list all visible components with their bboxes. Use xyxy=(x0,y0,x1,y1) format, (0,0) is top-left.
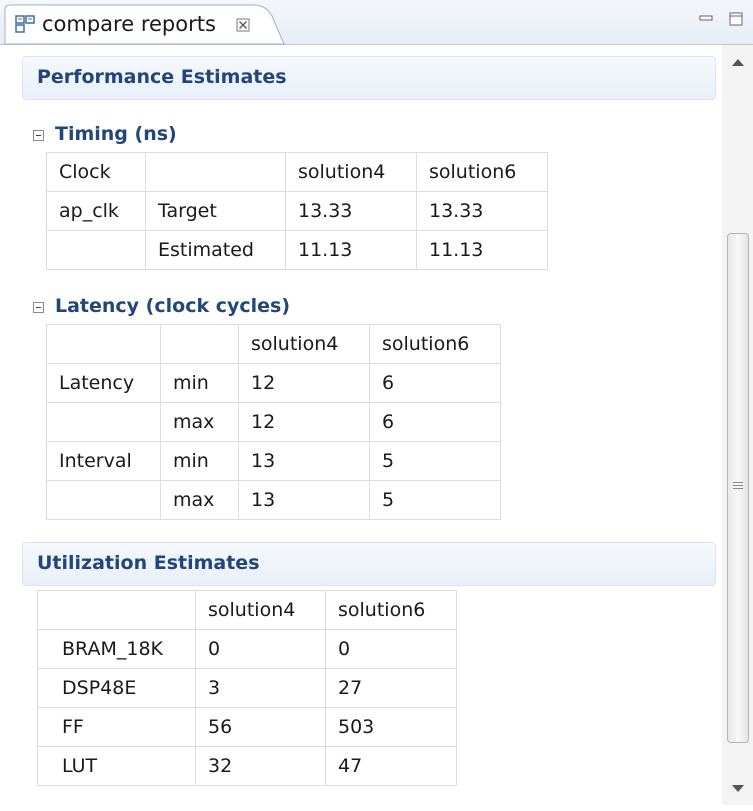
table-row: max 12 6 xyxy=(46,402,501,442)
performance-section-title: Performance Estimates xyxy=(37,66,287,88)
grip-line xyxy=(733,488,743,489)
table-cell: 503 xyxy=(325,707,457,747)
table-header-row: solution4 solution6 xyxy=(37,590,457,630)
table-cell: Interval xyxy=(46,441,161,481)
table-cell: min xyxy=(160,441,239,481)
table-cell: 12 xyxy=(238,363,370,403)
table-cell xyxy=(46,230,146,270)
collapse-icon[interactable] xyxy=(33,130,44,141)
table-cell: FF xyxy=(37,707,196,747)
table-cell: 32 xyxy=(195,746,326,786)
utilization-table: solution4 solution6 BRAM_18K 0 0 DSP48E … xyxy=(37,590,457,786)
table-cell: 56 xyxy=(195,707,326,747)
timing-table: Clock solution4 solution6 ap_clk Target … xyxy=(46,152,548,270)
table-cell: solution4 xyxy=(285,152,417,192)
compare-reports-icon xyxy=(15,15,35,33)
minimize-icon[interactable] xyxy=(697,10,715,28)
table-cell: Latency xyxy=(46,363,161,403)
table-row: ap_clk Target 13.33 13.33 xyxy=(46,191,548,231)
tab-label: compare reports xyxy=(42,12,216,36)
table-cell: LUT xyxy=(37,746,196,786)
table-cell: Estimated xyxy=(145,230,286,270)
table-row: max 13 5 xyxy=(46,480,501,520)
view-tab-bar: compare reports xyxy=(0,0,753,45)
table-row: FF 56 503 xyxy=(37,707,457,747)
scroll-up-icon[interactable] xyxy=(732,59,744,66)
table-cell: 6 xyxy=(369,363,501,403)
table-row: Interval min 13 5 xyxy=(46,441,501,481)
table-cell: min xyxy=(160,363,239,403)
table-cell: 0 xyxy=(195,629,326,669)
table-cell: DSP48E xyxy=(37,668,196,708)
table-cell: solution6 xyxy=(325,590,457,630)
table-cell: ap_clk xyxy=(46,191,146,231)
table-cell: solution6 xyxy=(369,324,501,364)
scroll-thumb[interactable] xyxy=(727,233,749,743)
latency-title: Latency (clock cycles) xyxy=(55,295,291,317)
grip-line xyxy=(733,482,743,483)
table-cell: 13 xyxy=(238,480,370,520)
table-cell: solution4 xyxy=(195,590,326,630)
table-cell xyxy=(37,590,196,630)
tab-compare-reports[interactable]: compare reports xyxy=(4,4,287,45)
table-cell: 12 xyxy=(238,402,370,442)
table-cell: 5 xyxy=(369,441,501,481)
table-row: DSP48E 3 27 xyxy=(37,668,457,708)
table-header-row: Clock solution4 solution6 xyxy=(46,152,548,192)
table-row: Latency min 12 6 xyxy=(46,363,501,403)
table-cell: 47 xyxy=(325,746,457,786)
table-row: Estimated 11.13 11.13 xyxy=(46,230,548,270)
table-row: BRAM_18K 0 0 xyxy=(37,629,457,669)
table-header-row: solution4 solution6 xyxy=(46,324,501,364)
latency-table: solution4 solution6 Latency min 12 6 max… xyxy=(46,324,501,520)
table-cell: 13 xyxy=(238,441,370,481)
table-cell xyxy=(46,480,161,520)
timing-title: Timing (ns) xyxy=(55,123,177,145)
table-cell: 13.33 xyxy=(416,191,548,231)
table-cell xyxy=(160,324,239,364)
table-cell: max xyxy=(160,402,239,442)
table-cell xyxy=(46,402,161,442)
table-cell: 11.13 xyxy=(285,230,417,270)
table-cell: 3 xyxy=(195,668,326,708)
maximize-icon[interactable] xyxy=(727,10,745,28)
utilization-section-header[interactable]: Utilization Estimates xyxy=(22,542,716,586)
performance-section-header[interactable]: Performance Estimates xyxy=(22,56,716,100)
table-cell: solution4 xyxy=(238,324,370,364)
grip-line xyxy=(733,485,743,486)
table-cell: max xyxy=(160,480,239,520)
table-cell: 6 xyxy=(369,402,501,442)
table-cell xyxy=(46,324,161,364)
utilization-section-title: Utilization Estimates xyxy=(37,552,260,574)
table-cell: 27 xyxy=(325,668,457,708)
table-cell: solution6 xyxy=(416,152,548,192)
close-tab-icon[interactable] xyxy=(236,18,250,32)
table-cell: BRAM_18K xyxy=(37,629,196,669)
table-cell: 11.13 xyxy=(416,230,548,270)
table-cell xyxy=(145,152,286,192)
table-row: LUT 32 47 xyxy=(37,746,457,786)
table-cell: 0 xyxy=(325,629,457,669)
vertical-scrollbar[interactable] xyxy=(722,45,753,805)
table-cell: Clock xyxy=(46,152,146,192)
collapse-icon[interactable] xyxy=(33,302,44,313)
scroll-down-icon[interactable] xyxy=(732,785,744,792)
table-cell: Target xyxy=(145,191,286,231)
table-cell: 5 xyxy=(369,480,501,520)
table-cell: 13.33 xyxy=(285,191,417,231)
report-content: Performance Estimates Timing (ns) Clock … xyxy=(22,45,722,805)
